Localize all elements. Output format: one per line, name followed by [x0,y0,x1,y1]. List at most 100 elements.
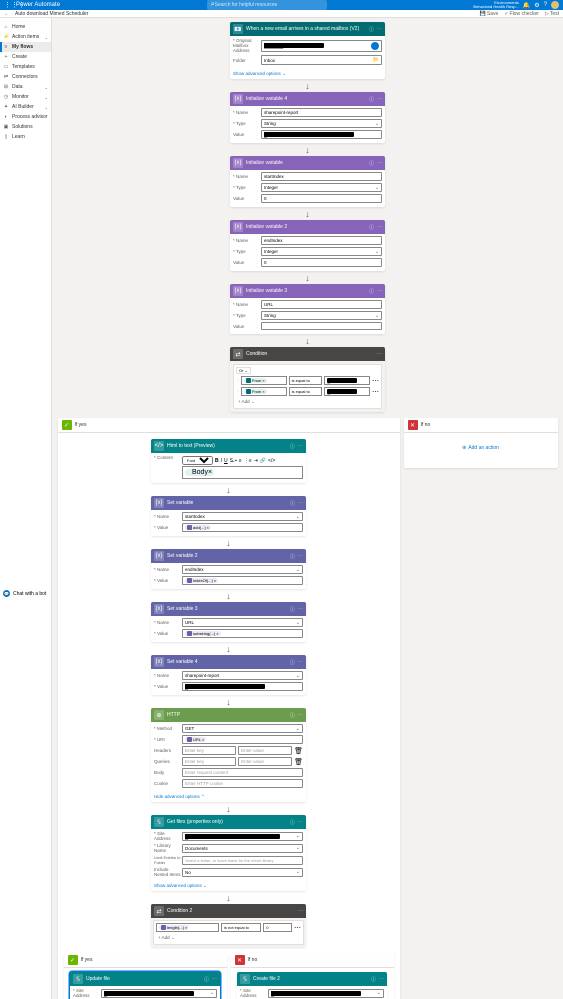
headers-val[interactable]: Enter value [238,746,292,755]
menu-icon[interactable]: ⋯ [372,388,379,396]
get-files-card[interactable]: 𝕊Get files (properties only)ⓘ⋯ * Site Ad… [151,815,306,891]
share-icon[interactable]: ⓘ [290,443,295,450]
menu-icon[interactable]: ⋯ [298,712,303,718]
environment-picker[interactable]: Environments Behavioral Health Resp... [473,1,518,9]
name-field[interactable]: startIndex [261,172,382,181]
mailbox-field[interactable]: ██████ [261,40,382,52]
folder-field[interactable]: Inbox📁 [261,55,382,65]
name-field[interactable]: sharepoint-report [182,671,303,680]
sidebar-item-process-advisor[interactable]: ◐Process advisor [0,112,51,122]
site-field[interactable]: █ [268,989,384,998]
name-field[interactable]: endIndex [182,565,303,574]
notifications-icon[interactable]: 🔔 [523,2,530,9]
menu-icon[interactable]: ⋯ [377,160,382,166]
cond-right[interactable]: █ [324,387,370,396]
menu-icon[interactable]: ⋯ [294,924,301,932]
trigger-card[interactable]: 📧 When a new email arrives in a shared m… [230,22,385,79]
queries-val[interactable]: Enter value [238,757,292,766]
settings-icon[interactable]: ⚙ [534,2,539,9]
cookie-field[interactable]: Enter HTTP cookie [182,779,303,788]
menu-icon[interactable]: ⋯ [298,553,303,559]
share-icon[interactable]: ⓘ [369,26,374,33]
delete-icon[interactable]: 🗑 [294,747,303,755]
share-icon[interactable]: ⓘ [290,553,295,560]
set-variable-3-card[interactable]: {x}Set variable 3ⓘ⋯ * NameURL * Valuesub… [151,602,306,642]
share-icon[interactable]: ⓘ [371,976,376,983]
search-input[interactable] [215,2,323,8]
value-field[interactable]: 0 [261,194,382,203]
set-variable-card[interactable]: {x}Set variableⓘ⋯ * NamestartIndex * Val… [151,496,306,536]
grip-icon[interactable]: ⋮⋮ [236,378,239,383]
menu-icon[interactable]: ⋯ [379,976,384,982]
bold-icon[interactable]: B [215,458,219,464]
share-icon[interactable]: ⓘ [290,819,295,826]
link-icon[interactable]: 🔗 [260,458,266,464]
add-row-button[interactable]: + Add ⌄ [236,398,379,406]
share-icon[interactable]: ⓘ [369,160,374,167]
strike-icon[interactable]: S̶ [230,458,233,464]
test-button[interactable]: ▷ Test [545,11,559,17]
site-field[interactable]: █ [101,989,217,998]
limit-field[interactable]: Select a folder, or leave blank for the … [182,856,303,865]
cond-left[interactable]: From × [241,387,287,396]
cond-left[interactable]: From × [241,376,287,385]
type-field[interactable]: String [261,119,382,128]
value-field[interactable]: █ [182,682,303,691]
library-field[interactable]: Documents [182,844,303,853]
nested-field[interactable]: No [182,868,303,877]
menu-icon[interactable]: ⋯ [377,96,382,102]
add-row-button[interactable]: + Add ⌄ [156,934,301,942]
folder-picker-icon[interactable]: 📁 [373,57,379,63]
menu-icon[interactable]: ⋯ [298,500,303,506]
init-variable-2-card[interactable]: {x}Initialize variable 2ⓘ⋯ * NameendInde… [230,220,385,271]
code-icon[interactable]: </> [268,458,275,464]
flow-checker-button[interactable]: ✓ Flow checker [504,11,539,17]
name-field[interactable]: URL [182,618,303,627]
italic-icon[interactable]: I [221,458,222,464]
sidebar-item-home[interactable]: ⌂Home [0,22,51,32]
cond-op[interactable]: is not equal to [221,923,261,932]
menu-icon[interactable]: ⋯ [298,908,303,914]
init-variable-4-card[interactable]: {x}Initialize variable 4ⓘ⋯ * Namesharepo… [230,92,385,143]
method-field[interactable]: GET [182,724,303,733]
set-variable-4-card[interactable]: {x}Set variable 4ⓘ⋯ * Namesharepoint-rep… [151,655,306,695]
headers-key[interactable]: Enter key [182,746,236,755]
sidebar-item-learn[interactable]: ▯Learn [0,132,51,142]
menu-icon[interactable]: ⋯ [377,351,382,357]
indent-icon[interactable]: ⇥ [254,458,258,464]
sidebar-item-data[interactable]: ⊞Data⌄ [0,82,51,92]
type-field[interactable]: Integer [261,247,382,256]
avatar[interactable] [551,1,559,9]
name-field[interactable]: startIndex [182,512,303,521]
share-icon[interactable]: ⓘ [369,96,374,103]
sidebar-item-my-flows[interactable]: ≡My flows [0,42,51,52]
value-field[interactable] [261,322,382,330]
cond-right[interactable]: 0 [263,923,292,932]
menu-icon[interactable]: ⋯ [212,976,217,982]
sidebar-item-ai-builder[interactable]: ✦AI Builder⌄ [0,102,51,112]
add-action-button[interactable]: ⊕ Add an action [462,445,499,451]
cond-left[interactable]: length(...) × [156,923,219,932]
save-button[interactable]: 💾 Save [480,11,499,17]
set-variable-2-card[interactable]: {x}Set variable 2ⓘ⋯ * NameendIndex * Val… [151,549,306,589]
menu-icon[interactable]: ⋯ [298,606,303,612]
init-variable-3-card[interactable]: {x}Initialize variable 3ⓘ⋯ * NameURL * T… [230,284,385,334]
sidebar-item-solutions[interactable]: ▣Solutions [0,122,51,132]
advanced-link[interactable]: Hide advanced options ⌃ [151,792,306,802]
share-icon[interactable]: ⓘ [369,288,374,295]
uri-field[interactable]: URL × [182,735,303,744]
andor-selector[interactable]: Or ⌄ [236,367,251,374]
body-field[interactable]: Enter request content [182,768,303,777]
chatbot-button[interactable]: 💬 Chat with a bot [0,588,49,599]
back-button[interactable]: ← [4,11,9,17]
waffle-icon[interactable]: ⋮⋮⋮ [4,1,14,9]
flow-name[interactable]: Auto download Mimed Scheduler [15,11,474,17]
create-file-card[interactable]: 𝕊Create file 2ⓘ⋯ * Site Address█ * Folde… [237,972,387,999]
menu-icon[interactable]: ⋯ [372,377,379,385]
advanced-link[interactable]: Show advanced options ⌄ [230,69,385,79]
sidebar-item-connectors[interactable]: ⇄Connectors [0,72,51,82]
font-select[interactable]: Font [182,456,213,465]
share-icon[interactable]: ⓘ [290,659,295,666]
grip-icon[interactable]: ⋮⋮ [236,389,239,394]
sidebar-item-templates[interactable]: ▭Templates [0,62,51,72]
